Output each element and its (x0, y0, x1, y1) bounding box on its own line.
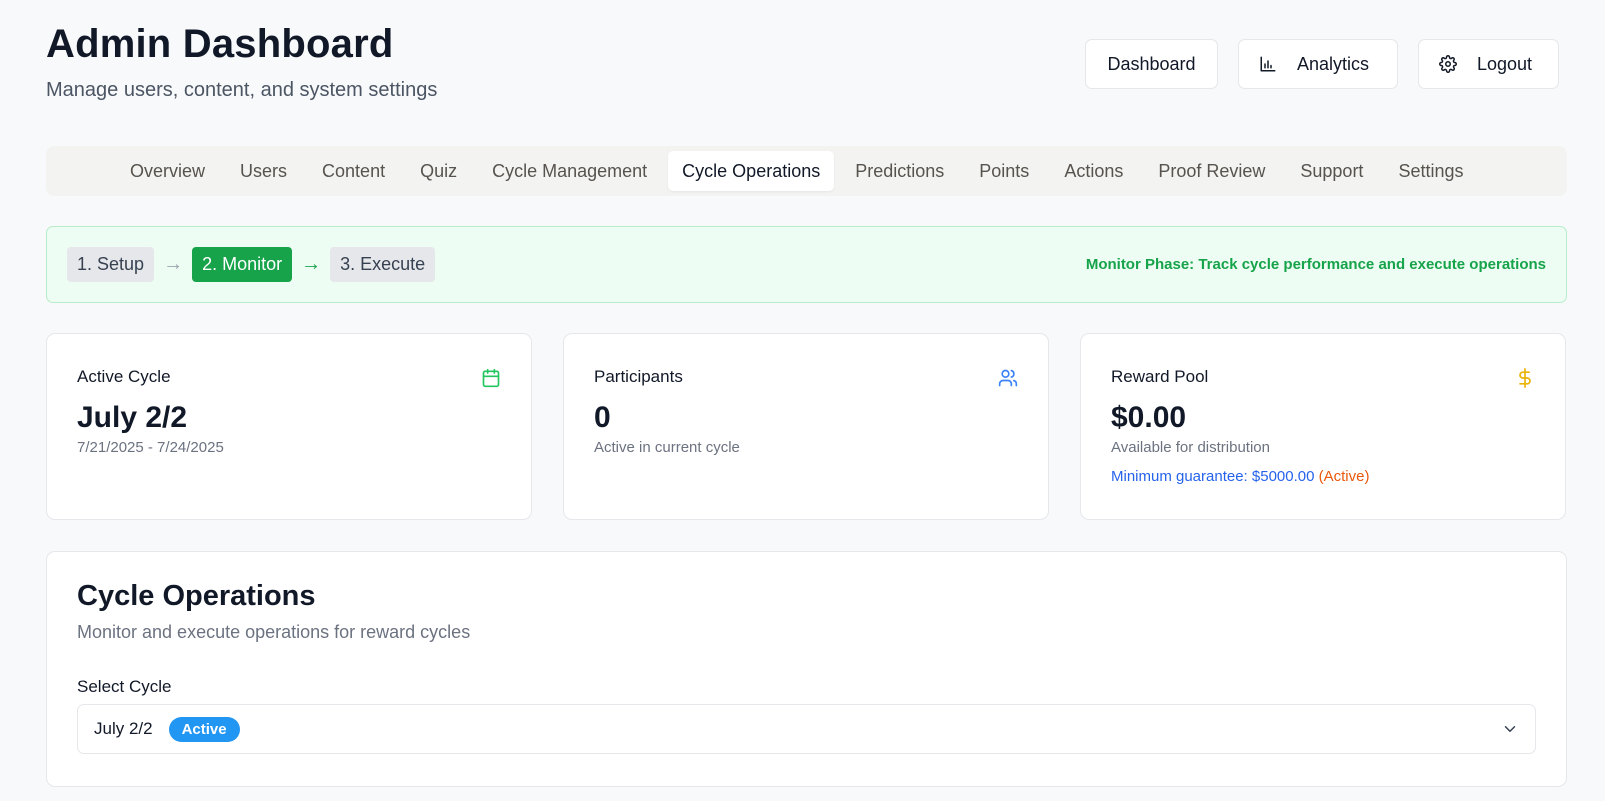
logout-button-label: Logout (1477, 53, 1533, 74)
tab-actions[interactable]: Actions (1050, 151, 1137, 191)
header-actions: Dashboard Analytics Logout (1085, 39, 1559, 89)
reward-pool-sub: Available for distribution (1111, 439, 1270, 456)
admin-tabs: Overview Users Content Quiz Cycle Manage… (46, 146, 1567, 196)
reward-pool-card: Reward Pool $0.00 Available for distribu… (1080, 333, 1566, 520)
tab-users[interactable]: Users (226, 151, 301, 191)
cycle-select[interactable]: July 2/2 Active (77, 704, 1536, 754)
select-cycle-label: Select Cycle (77, 677, 172, 696)
page-subtitle: Manage users, content, and system settin… (46, 79, 438, 101)
step-monitor: 2. Monitor (192, 247, 293, 282)
reward-pool-value: $0.00 (1111, 401, 1187, 434)
tab-cycle-management[interactable]: Cycle Management (478, 151, 661, 191)
card-label: Participants (594, 367, 683, 386)
tab-quiz[interactable]: Quiz (406, 151, 471, 191)
admin-dashboard-page: Admin Dashboard Manage users, content, a… (0, 0, 1605, 801)
section-description: Monitor and execute operations for rewar… (77, 622, 471, 642)
users-icon (998, 369, 1018, 387)
analytics-button[interactable]: Analytics (1238, 39, 1398, 89)
tab-overview[interactable]: Overview (116, 151, 219, 191)
minimum-guarantee: Minimum guarantee: $5000.00 (Active) (1111, 468, 1535, 485)
step-arrow: → (163, 253, 184, 275)
analytics-button-label: Analytics (1297, 53, 1370, 74)
stat-cards: Active Cycle July 2/2 7/21/2025 - 7/24/2… (46, 333, 1567, 520)
tab-cycle-operations[interactable]: Cycle Operations (668, 151, 835, 191)
step-arrow: → (301, 253, 322, 275)
tab-content[interactable]: Content (308, 151, 399, 191)
dollar-icon (1519, 368, 1531, 388)
phase-message: Monitor Phase: Track cycle performance a… (1085, 256, 1546, 273)
dashboard-button[interactable]: Dashboard (1085, 39, 1218, 89)
participants-sub: Active in current cycle (594, 439, 740, 456)
tab-points[interactable]: Points (965, 151, 1043, 191)
page-header: Admin Dashboard Manage users, content, a… (46, 0, 1559, 145)
calendar-icon (482, 368, 500, 388)
guarantee-status: (Active) (1318, 468, 1370, 485)
page-title: Admin Dashboard (46, 22, 394, 66)
dashboard-button-label: Dashboard (1107, 53, 1196, 74)
participants-card: Participants 0 Active in current cycle (563, 333, 1049, 520)
active-cycle-value: July 2/2 (77, 401, 188, 434)
card-label: Reward Pool (1111, 367, 1209, 386)
card-label: Active Cycle (77, 367, 171, 386)
tab-settings[interactable]: Settings (1384, 151, 1477, 191)
active-cycle-card: Active Cycle July 2/2 7/21/2025 - 7/24/2… (46, 333, 532, 520)
logout-button[interactable]: Logout (1418, 39, 1559, 89)
selected-cycle: July 2/2 (94, 719, 153, 738)
active-cycle-dates: 7/21/2025 - 7/24/2025 (77, 439, 224, 456)
participants-value: 0 (594, 401, 611, 434)
tab-support[interactable]: Support (1286, 151, 1377, 191)
guarantee-text: Minimum guarantee: $5000.00 (1111, 468, 1315, 485)
tab-predictions[interactable]: Predictions (841, 151, 958, 191)
phase-banner: 1. Setup → 2. Monitor → 3. Execute Monit… (46, 226, 1567, 303)
step-setup: 1. Setup (67, 247, 155, 282)
cycle-operations-panel: Cycle Operations Monitor and execute ope… (46, 551, 1567, 787)
gear-icon (1439, 55, 1457, 73)
bar-chart-icon (1260, 56, 1276, 72)
status-badge: Active (168, 716, 240, 742)
chevron-down-icon (1504, 726, 1516, 732)
section-title: Cycle Operations (77, 580, 316, 612)
tab-proof-review[interactable]: Proof Review (1144, 151, 1279, 191)
step-execute: 3. Execute (330, 247, 436, 282)
